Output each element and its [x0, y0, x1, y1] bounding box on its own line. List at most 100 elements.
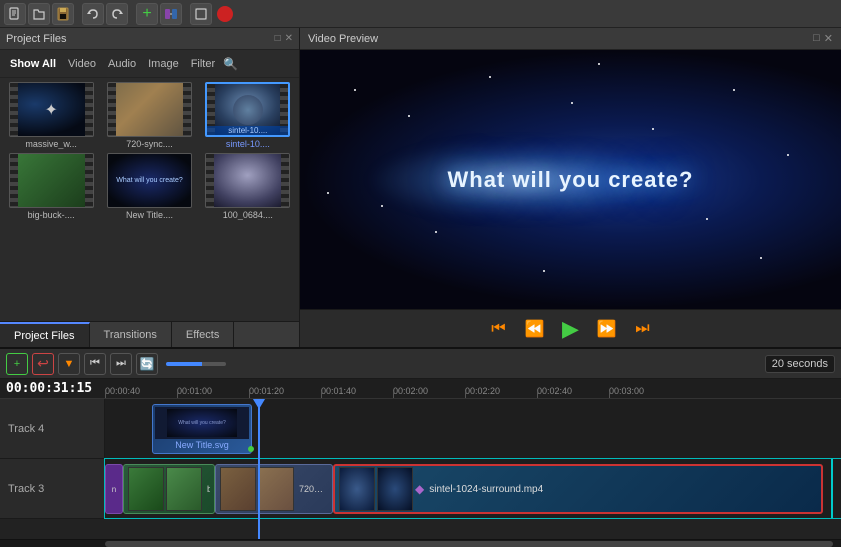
- clip-svg-label: New Title.svg: [172, 439, 232, 451]
- track-4-content[interactable]: What will you create? New Title.svg: [105, 399, 841, 458]
- sintel-thumb-1: [339, 467, 375, 511]
- remove-track-button[interactable]: ↩: [32, 353, 54, 375]
- preview-text: What will you create?: [448, 167, 694, 193]
- playback-controls: ⏮ ⏪ ▶ ⏩ ⏭: [300, 309, 841, 347]
- filter-audio[interactable]: Audio: [104, 56, 140, 72]
- time-ruler: 00:00:31:15 00:00:40 00:01:00 00:01:20 0…: [0, 379, 841, 399]
- media-label-newtitle: New Title....: [126, 210, 173, 220]
- 720-thumb-1: [220, 467, 256, 511]
- bottom-tabs: Project Files Transitions Effects: [0, 321, 299, 347]
- filter-show-all[interactable]: Show All: [6, 56, 60, 72]
- n-clip[interactable]: n: [105, 464, 123, 514]
- media-thumb-sintel10[interactable]: sintel-10....: [205, 82, 290, 137]
- tracks: Track 4 What will you create? New Title.…: [0, 399, 841, 539]
- sintel-label: sintel-1024-surround.mp4: [426, 484, 546, 495]
- skip-fwd-tl-button[interactable]: ⏭: [110, 353, 132, 375]
- sintel-thumb-2: [377, 467, 413, 511]
- pf-restore-icon[interactable]: □: [275, 33, 281, 44]
- media-thumb-720sync[interactable]: [107, 82, 192, 137]
- pf-header-icons: □ ✕: [275, 33, 293, 44]
- filter-video[interactable]: Video: [64, 56, 100, 72]
- track-4-row: Track 4 What will you create? New Title.…: [0, 399, 841, 459]
- app: +: [0, 0, 841, 547]
- fullscreen-button[interactable]: [190, 3, 212, 25]
- open-button[interactable]: [28, 3, 50, 25]
- current-time: 00:00:31:15: [6, 381, 92, 396]
- new-button[interactable]: [4, 3, 26, 25]
- sintel-label-icon: ◆: [415, 482, 424, 496]
- timeline-scrollbar[interactable]: [0, 539, 841, 547]
- prev-frame-button[interactable]: ⏪: [521, 315, 549, 343]
- middle-section: Project Files □ ✕ Show All Video Audio I…: [0, 28, 841, 347]
- media-thumb-100_0684[interactable]: [205, 153, 290, 208]
- filter-search-icon: 🔍: [223, 57, 238, 71]
- redo-button[interactable]: [106, 3, 128, 25]
- filter-bar: Show All Video Audio Image Filter 🔍: [0, 50, 299, 78]
- project-files-header: Project Files □ ✕: [0, 28, 299, 50]
- filter-filter[interactable]: Filter: [187, 56, 219, 72]
- skip-start-button[interactable]: ⏮: [485, 315, 513, 343]
- undo-button[interactable]: [82, 3, 104, 25]
- loop-button[interactable]: 🔄: [136, 353, 158, 375]
- add-track-button[interactable]: +: [6, 353, 28, 375]
- skip-end-button[interactable]: ⏭: [629, 315, 657, 343]
- pf-close-icon[interactable]: ✕: [285, 33, 293, 44]
- media-item-100_0684[interactable]: 100_0684....: [201, 153, 295, 220]
- media-thumb-bigbuck[interactable]: [9, 153, 94, 208]
- timeline-scrollbar-thumb[interactable]: [105, 541, 833, 547]
- timeline-toolbar: + ↩ ▼ ⏮ ⏭ 🔄 20 seconds: [0, 349, 841, 379]
- playhead: [258, 399, 260, 539]
- media-thumb-newtitle[interactable]: What will you create?: [107, 153, 192, 208]
- ruler-markers: 00:00:40 00:01:00 00:01:20 00:01:40 00:0…: [105, 379, 841, 398]
- transitions-button[interactable]: [160, 3, 182, 25]
- filter-image[interactable]: Image: [144, 56, 183, 72]
- play-button[interactable]: ▶: [557, 315, 585, 343]
- save-button[interactable]: [52, 3, 74, 25]
- tab-effects[interactable]: Effects: [172, 322, 234, 347]
- media-item-massive[interactable]: ✦ massive_w...: [4, 82, 98, 149]
- track-3-content[interactable]: n big-buck-: [105, 459, 841, 518]
- skip-back-tl-button[interactable]: ⏮: [84, 353, 106, 375]
- media-item-bigbuck[interactable]: big-buck-....: [4, 153, 98, 220]
- track-3-label: Track 3: [0, 459, 105, 518]
- sintel-clip[interactable]: ◆ sintel-1024-surround.mp4: [333, 464, 823, 514]
- media-grid: ✦ massive_w... 720-sync....: [0, 78, 299, 321]
- add-button[interactable]: +: [136, 3, 158, 25]
- zoom-slider[interactable]: [166, 362, 226, 366]
- 720sync-clip[interactable]: 720sync.mp4: [215, 464, 333, 514]
- duration-display: 20 seconds: [765, 355, 835, 373]
- media-label-100_0684: 100_0684....: [223, 210, 273, 220]
- record-button[interactable]: [214, 3, 236, 25]
- media-item-720sync[interactable]: 720-sync....: [102, 82, 196, 149]
- filter-track-button[interactable]: ▼: [58, 353, 80, 375]
- next-frame-button[interactable]: ⏩: [593, 315, 621, 343]
- left-panel: Project Files □ ✕ Show All Video Audio I…: [0, 28, 300, 347]
- video-preview-title: Video Preview: [308, 33, 378, 45]
- track-4-label: Track 4: [0, 399, 105, 458]
- newtitle-svg-clip[interactable]: What will you create? New Title.svg: [152, 404, 252, 454]
- bigbuck-clip[interactable]: big-buck-: [123, 464, 215, 514]
- tab-transitions[interactable]: Transitions: [90, 322, 172, 347]
- toolbar: +: [0, 0, 841, 28]
- 720sync-label: 720sync.mp4: [296, 484, 328, 494]
- bigbuck-label: big-buck-: [204, 484, 210, 494]
- green-marker: [248, 446, 254, 452]
- media-thumb-massive[interactable]: ✦: [9, 82, 94, 137]
- timeline-section: + ↩ ▼ ⏮ ⏭ 🔄 20 seconds 00:00:31:15 00:00…: [0, 347, 841, 547]
- track-3-row: Track 3 n big-buc: [0, 459, 841, 519]
- tab-project-files[interactable]: Project Files: [0, 322, 90, 347]
- right-panel: Video Preview □ ✕: [300, 28, 841, 347]
- clip-svg-thumb: What will you create?: [155, 407, 249, 439]
- project-files-title: Project Files: [6, 33, 67, 45]
- media-item-newtitle[interactable]: What will you create? New Title....: [102, 153, 196, 220]
- media-label-sintel10: sintel-10....: [226, 139, 270, 149]
- buck-thumb-1: [128, 467, 164, 511]
- video-preview-header: Video Preview □ ✕: [300, 28, 841, 50]
- 720-thumb-2: [258, 467, 294, 511]
- right-edge-marker: [831, 459, 833, 518]
- vp-restore-icon[interactable]: □: [813, 32, 820, 45]
- media-item-sintel10[interactable]: sintel-10.... sintel-10....: [201, 82, 295, 149]
- buck-thumb-2: [166, 467, 202, 511]
- vp-close-icon[interactable]: ✕: [824, 32, 833, 45]
- media-label-720sync: 720-sync....: [126, 139, 173, 149]
